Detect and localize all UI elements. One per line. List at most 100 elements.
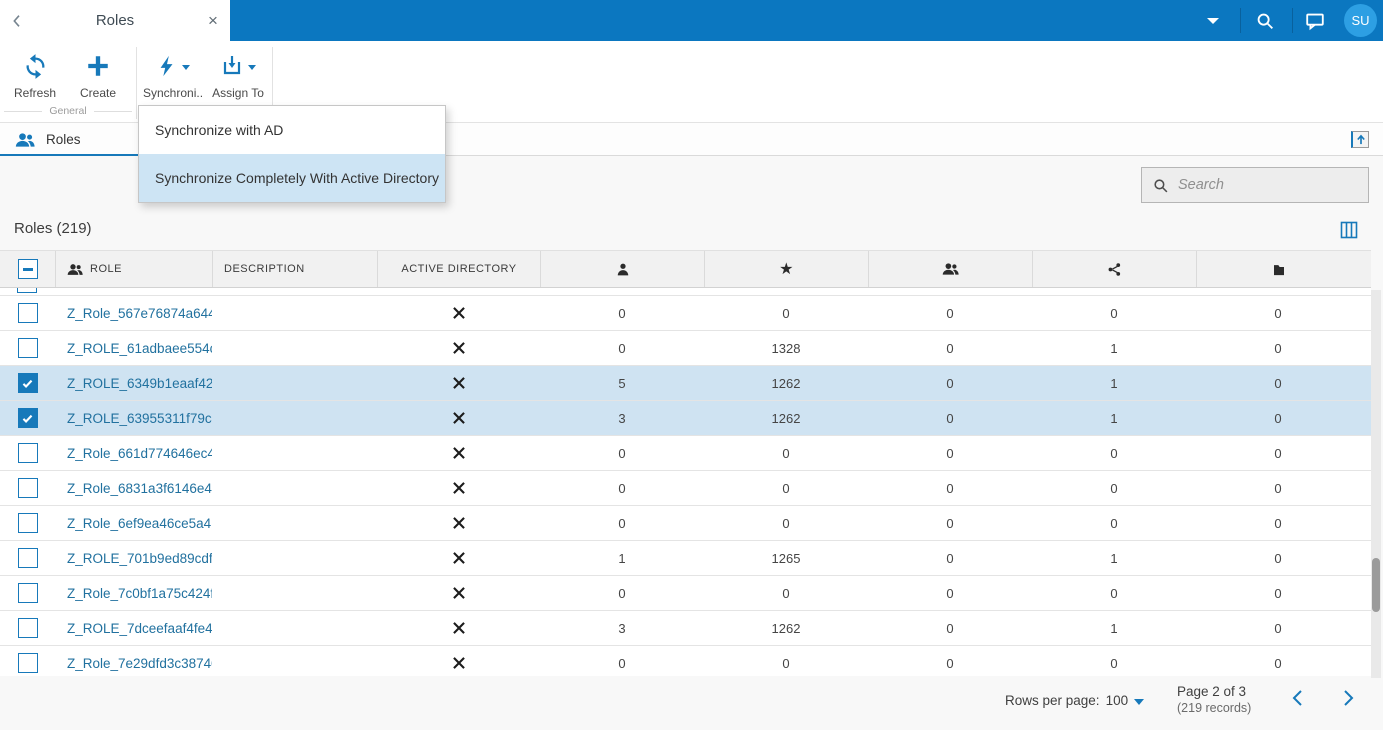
row-checkbox[interactable] xyxy=(17,443,38,463)
row-checkbox[interactable] xyxy=(17,373,38,393)
open-tab[interactable]: Roles × xyxy=(0,0,230,41)
column-header-role[interactable]: ROLE xyxy=(55,251,212,287)
ad-not-linked-icon xyxy=(377,541,540,575)
column-header-share[interactable] xyxy=(1032,251,1196,287)
menu-item[interactable]: Synchronize with AD xyxy=(139,106,445,154)
collapse-panel-icon[interactable] xyxy=(1351,131,1369,148)
caret-down-icon[interactable] xyxy=(1207,18,1219,24)
assign-to-button[interactable]: Assign To xyxy=(208,50,268,100)
refresh-icon xyxy=(6,50,64,82)
page-info: Page 2 of 3 (219 records) xyxy=(1177,684,1251,715)
table-row[interactable]: Z_Role_7e29dfd3c387403 0 0 0 0 0 xyxy=(0,646,1371,676)
table-row[interactable]: Z_Role_661d774646ec40d 0 0 0 0 0 xyxy=(0,436,1371,471)
select-all-checkbox[interactable] xyxy=(17,259,38,279)
create-button[interactable]: Create xyxy=(69,50,127,100)
table-row[interactable]: Z_Role_7c0bf1a75c424fa6 0 0 0 0 0 xyxy=(0,576,1371,611)
row-checkbox[interactable] xyxy=(17,513,38,533)
count-cell: 0 xyxy=(1274,515,1282,531)
plus-icon xyxy=(69,50,127,82)
table-row[interactable]: Z_ROLE_61adbaee554c41 0 1328 0 1 0 xyxy=(0,331,1371,366)
description-cell xyxy=(212,506,377,540)
role-link[interactable]: Z_Role_661d774646ec40d xyxy=(67,446,212,461)
role-link[interactable]: Z_ROLE_61adbaee554c41 xyxy=(67,341,212,356)
count-cell: 0 xyxy=(946,550,954,566)
refresh-button[interactable]: Refresh xyxy=(6,50,64,100)
chat-icon[interactable] xyxy=(1303,9,1327,33)
vertical-scrollbar[interactable] xyxy=(1371,290,1381,678)
table-row[interactable]: Z_Role_6831a3f6146e440 0 0 0 0 0 xyxy=(0,471,1371,506)
scrollbar-thumb[interactable] xyxy=(1372,558,1380,612)
row-checkbox-cell xyxy=(0,366,55,400)
role-link[interactable]: Z_Role_6ef9ea46ce5a4b1 xyxy=(67,516,212,531)
role-name-cell: Z_Role_6ef9ea46ce5a4b1 xyxy=(55,506,212,540)
row-checkbox-cell xyxy=(0,576,55,610)
caret-down-icon xyxy=(248,65,256,70)
count-cell: 0 xyxy=(618,340,626,356)
role-link[interactable]: Z_ROLE_701b9ed89cdf45 xyxy=(67,551,212,566)
table-row[interactable]: Z_ROLE_63955311f79c497 3 1262 0 1 0 xyxy=(0,401,1371,436)
count-cell: 0 xyxy=(1110,305,1118,321)
column-header-people[interactable] xyxy=(868,251,1032,287)
role-link[interactable]: Z_ROLE_63955311f79c497 xyxy=(67,411,212,426)
column-header-active-directory[interactable]: ACTIVE DIRECTORY xyxy=(377,251,540,287)
table-row[interactable]: Z_Role_6ef9ea46ce5a4b1 0 0 0 0 0 xyxy=(0,506,1371,541)
row-checkbox[interactable] xyxy=(17,653,38,673)
role-name-cell: Z_ROLE_63955311f79c497 xyxy=(55,401,212,435)
column-header-description[interactable]: DESCRIPTION xyxy=(212,251,377,287)
column-header-person[interactable] xyxy=(540,251,704,287)
count-cell: 0 xyxy=(1110,655,1118,671)
caret-down-icon[interactable] xyxy=(1134,698,1145,705)
user-avatar[interactable]: SU xyxy=(1344,4,1377,37)
row-checkbox[interactable] xyxy=(17,478,38,498)
synchronize-button[interactable]: Synchroni... xyxy=(143,50,203,100)
row-checkbox[interactable] xyxy=(17,618,38,638)
role-link[interactable]: Z_Role_7c0bf1a75c424fa6 xyxy=(67,586,212,601)
row-checkbox[interactable] xyxy=(17,583,38,603)
next-page-button[interactable] xyxy=(1336,686,1360,710)
search-icon[interactable] xyxy=(1253,9,1277,33)
back-icon xyxy=(9,13,25,29)
row-checkbox-cell xyxy=(0,506,55,540)
briefcase-icon xyxy=(1271,262,1287,277)
back-button[interactable] xyxy=(0,0,34,41)
role-link[interactable]: Z_ROLE_7dceefaaf4fe40e xyxy=(67,621,212,636)
table-row[interactable]: Z_ROLE_701b9ed89cdf45 1 1265 0 1 0 xyxy=(0,541,1371,576)
page-label: Page 2 of 3 xyxy=(1177,684,1247,699)
rows-per-page: Rows per page: 100 xyxy=(1005,693,1145,708)
role-link[interactable]: Z_Role_567e76874a64470 xyxy=(67,306,212,321)
role-link[interactable]: Z_Role_6831a3f6146e440 xyxy=(67,481,212,496)
view-tab-roles[interactable]: Roles xyxy=(0,123,140,157)
row-checkbox[interactable] xyxy=(17,303,38,323)
count-cell: 0 xyxy=(946,655,954,671)
previous-page-button[interactable] xyxy=(1286,686,1310,710)
tab-close-button[interactable]: × xyxy=(196,0,230,41)
count-cell: 0 xyxy=(618,585,626,601)
table-row[interactable]: Z_ROLE_7dceefaaf4fe40e 3 1262 0 1 0 xyxy=(0,611,1371,646)
roles-table: ROLE DESCRIPTION ACTIVE DIRECTORY ★ Z_Ro… xyxy=(0,250,1371,676)
people-icon xyxy=(15,132,35,148)
role-name-cell: Z_Role_7e29dfd3c387403 xyxy=(55,646,212,676)
count-cell: 0 xyxy=(782,655,790,671)
select-all-header xyxy=(0,251,55,287)
column-header-briefcase[interactable] xyxy=(1196,251,1360,287)
column-header-star[interactable]: ★ xyxy=(704,251,868,287)
table-row[interactable]: Z_Role_567e76874a64470 0 0 0 0 0 xyxy=(0,296,1371,331)
count-cell: 0 xyxy=(1274,620,1282,636)
role-name-cell: Z_ROLE_6349b1eaaf4244 xyxy=(55,366,212,400)
table-row[interactable]: Z_ROLE_6349b1eaaf4244 5 1262 0 1 0 xyxy=(0,366,1371,401)
role-link[interactable]: Z_Role_7e29dfd3c387403 xyxy=(67,656,212,671)
rows-per-page-value[interactable]: 100 xyxy=(1106,693,1129,708)
column-settings-icon[interactable] xyxy=(1340,221,1358,239)
list-title: Roles (219) xyxy=(14,220,92,237)
search-box[interactable] xyxy=(1141,167,1369,203)
menu-item[interactable]: Synchronize Completely With Active Direc… xyxy=(139,154,445,202)
role-link[interactable]: Z_ROLE_6349b1eaaf4244 xyxy=(67,376,212,391)
row-checkbox[interactable] xyxy=(17,338,38,358)
count-cell: 0 xyxy=(618,515,626,531)
search-icon xyxy=(1152,177,1169,194)
row-checkbox[interactable] xyxy=(17,548,38,568)
row-checkbox[interactable] xyxy=(17,408,38,428)
count-cell: 0 xyxy=(782,445,790,461)
search-input[interactable] xyxy=(1178,177,1348,193)
role-name-cell: Z_Role_661d774646ec40d xyxy=(55,436,212,470)
